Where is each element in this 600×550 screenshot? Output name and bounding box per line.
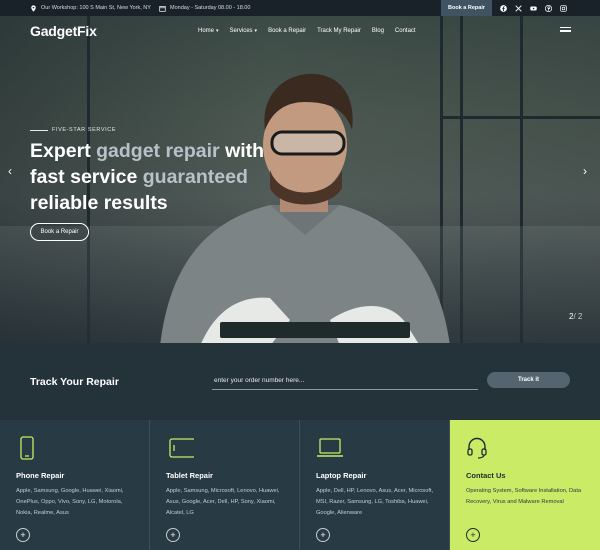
card-title: Tablet Repair (166, 471, 213, 480)
main-nav: GadgetFix Home ▾ Services ▾ Book a Repair … (0, 16, 600, 46)
order-number-input[interactable] (212, 371, 478, 390)
track-title: Track Your Repair (30, 376, 119, 388)
track-repair-section: Track Your Repair Track it (0, 343, 600, 420)
headline-part: fast service (30, 166, 143, 188)
chevron-down-icon: ▾ (216, 28, 219, 34)
card-description: Operating System, Software Installation,… (466, 488, 582, 505)
hours-text: Monday - Saturday 08.00 - 18.00 (170, 5, 251, 11)
service-card-phone[interactable]: Phone Repair Apple, Samsung, Google, Hua… (0, 420, 150, 550)
card-description: Apple, Samsung, Google, Huawei, Xiaomi, … (16, 488, 124, 516)
service-cards: Phone Repair Apple, Samsung, Google, Hua… (0, 420, 600, 550)
site-logo[interactable]: GadgetFix (30, 23, 97, 39)
plus-icon[interactable]: + (166, 528, 180, 542)
address-text: Our Workshop: 100 S Main St, New York, N… (41, 5, 151, 11)
headline-part: reliable results (30, 192, 168, 214)
nav-item-book-repair[interactable]: Book a Repair (268, 28, 306, 34)
eyebrow-text: FIVE-STAR SERVICE (52, 127, 117, 133)
pinterest-icon[interactable] (545, 4, 552, 12)
nav-menu: Home ▾ Services ▾ Book a Repair Track My R… (198, 16, 427, 46)
laptop-icon (317, 438, 343, 457)
eyebrow-line (30, 129, 48, 131)
plus-icon[interactable]: + (466, 528, 480, 542)
nav-item-track-repair[interactable]: Track My Repair (317, 28, 361, 34)
top-bar: Our Workshop: 100 S Main St, New York, N… (0, 0, 600, 16)
chevron-right-icon[interactable]: › (583, 164, 587, 178)
location-pin-icon (31, 4, 36, 12)
x-icon[interactable] (515, 4, 522, 12)
logo-text: GadgetFix (30, 23, 97, 39)
headline-part: Expert (30, 140, 97, 162)
chevron-down-icon: ▾ (254, 28, 258, 34)
nav-item-label: Blog (371, 28, 384, 34)
nav-item-label: Home (198, 28, 215, 34)
nav-item-home[interactable]: Home ▾ (198, 28, 219, 34)
window-mullion (440, 116, 600, 119)
social-links (500, 0, 567, 16)
track-it-button[interactable]: Track it (487, 372, 570, 388)
nav-item-services[interactable]: Services ▾ (230, 28, 258, 34)
headset-icon (467, 437, 487, 459)
youtube-icon[interactable] (530, 5, 537, 12)
tablet-icon (169, 438, 194, 458)
menu-icon[interactable] (560, 27, 571, 34)
plus-icon[interactable]: + (316, 528, 330, 542)
slide-total: / 2 (573, 312, 583, 321)
headline-part: with (219, 140, 265, 162)
headline-part: gadget repair (96, 140, 220, 162)
nav-item-blog[interactable]: Blog (372, 28, 384, 34)
card-title: Laptop Repair (316, 471, 367, 480)
card-description: Apple, Dell, HP, Lenovo, Asus, Acer, Mic… (316, 488, 434, 516)
service-card-tablet[interactable]: Tablet Repair Apple, Samsung, Microsoft,… (150, 420, 300, 550)
phone-icon (20, 436, 34, 460)
hero-book-repair-button[interactable]: Book a Repair (30, 223, 89, 241)
facebook-icon[interactable] (500, 4, 507, 12)
slide-counter: 2/ 2 (569, 312, 582, 321)
top-book-repair-button[interactable]: Book a Repair (441, 0, 492, 16)
address-info: Our Workshop: 100 S Main St, New York, N… (30, 0, 151, 16)
nav-item-label: Services (229, 28, 253, 34)
hero-eyebrow: FIVE-STAR SERVICE (30, 127, 116, 133)
nav-item-label: Book a Repair (268, 28, 307, 34)
service-card-laptop[interactable]: Laptop Repair Apple, Dell, HP, Lenovo, A… (300, 420, 450, 550)
plus-icon[interactable]: + (16, 528, 30, 542)
service-card-contact[interactable]: Contact Us Operating System, Software In… (450, 420, 600, 550)
chevron-left-icon[interactable]: ‹ (8, 164, 12, 178)
nav-item-label: Contact (394, 28, 416, 34)
nav-item-label: Track My Repair (317, 28, 361, 34)
instagram-icon[interactable] (560, 4, 567, 12)
card-title: Contact Us (466, 471, 506, 480)
card-description: Apple, Samsung, Microsoft, Lenovo, Huawe… (166, 488, 280, 516)
nav-item-contact[interactable]: Contact (395, 28, 416, 34)
hours-info: Monday - Saturday 08.00 - 18.00 (159, 0, 250, 16)
hero-headline: Expert gadget repair with fast service g… (30, 138, 290, 216)
headline-part: guaranteed (142, 166, 248, 188)
card-title: Phone Repair (16, 471, 65, 480)
calendar-icon (159, 5, 166, 12)
hero-slider: GadgetFix Home ▾ Services ▾ Book a Repair … (0, 16, 600, 343)
